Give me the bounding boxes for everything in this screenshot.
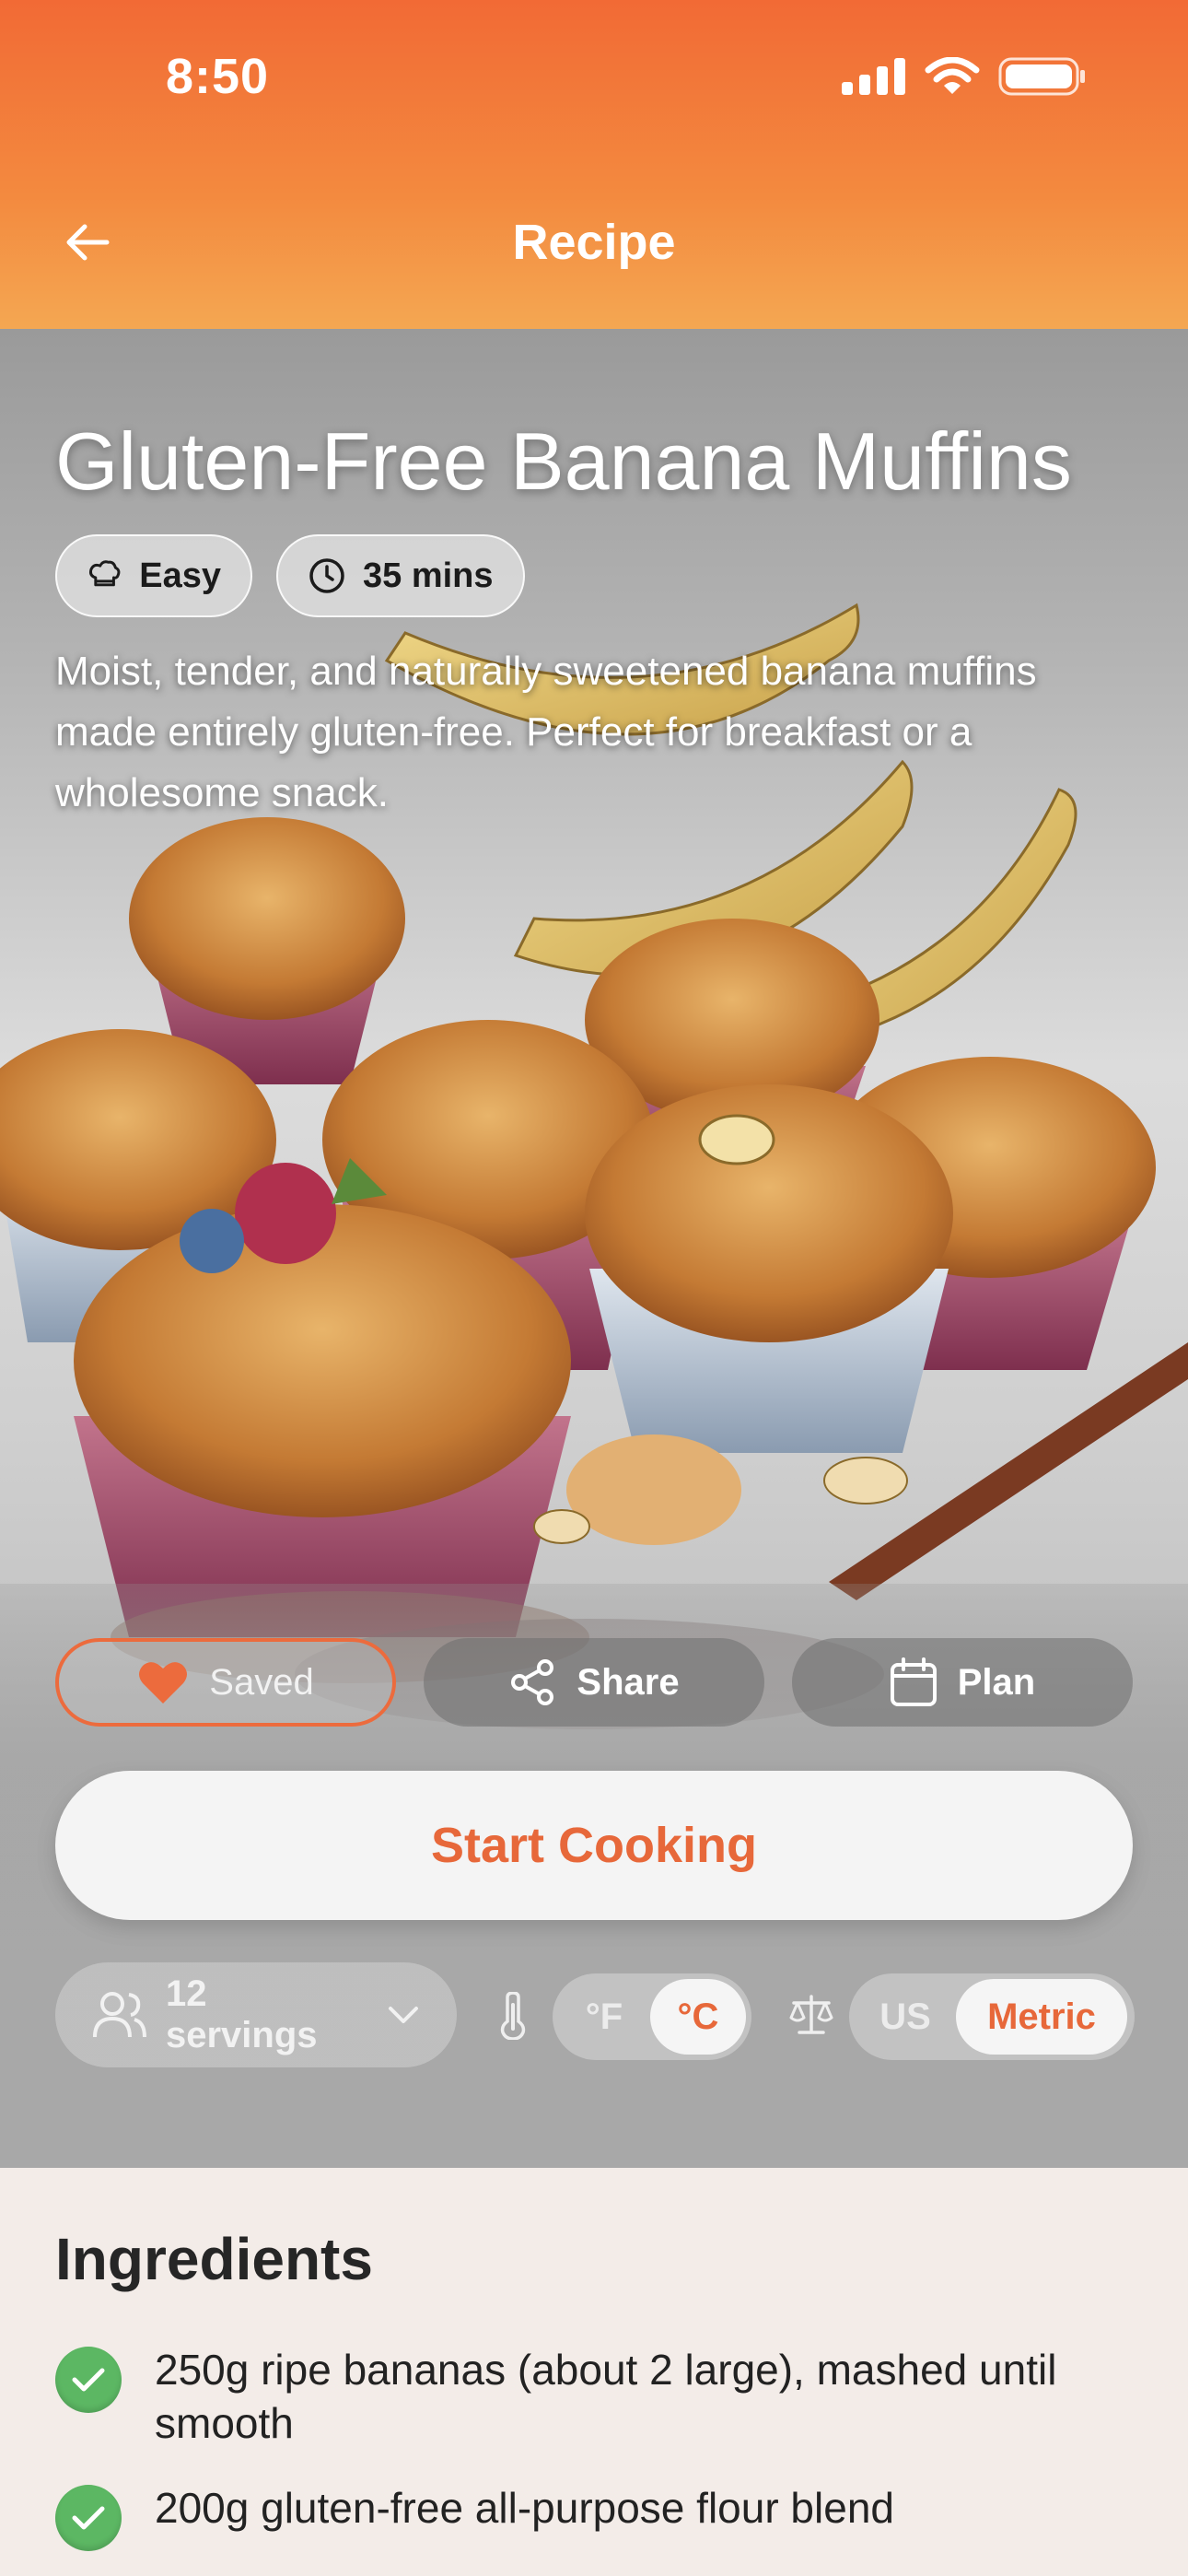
battery-icon xyxy=(998,57,1085,96)
difficulty-chip: Easy xyxy=(55,534,252,617)
recipe-title: Gluten-Free Banana Muffins xyxy=(55,416,1072,507)
fahrenheit-option[interactable]: °F xyxy=(558,1979,650,2055)
share-label: Share xyxy=(577,1661,680,1703)
wifi-icon xyxy=(925,57,980,94)
plan-label: Plan xyxy=(957,1661,1036,1703)
chevron-down-icon xyxy=(389,2007,419,2023)
plan-button[interactable]: Plan xyxy=(792,1638,1133,1727)
start-cooking-button[interactable]: Start Cooking xyxy=(55,1771,1133,1920)
ingredients-section: Ingredients 250g ripe bananas (about 2 l… xyxy=(0,2168,1188,2576)
metric-option[interactable]: Metric xyxy=(956,1979,1127,2055)
servings-label: 12 servings xyxy=(165,1973,318,2055)
checkmark-icon xyxy=(72,2506,105,2530)
ingredient-checkbox[interactable] xyxy=(55,2485,122,2551)
page-title: Recipe xyxy=(512,215,676,270)
top-bar: 8:50 Recipe xyxy=(0,0,1188,329)
status-time: 8:50 xyxy=(166,49,270,104)
ingredient-checkbox[interactable] xyxy=(55,2347,122,2413)
heart-icon xyxy=(139,1662,188,1704)
ingredient-text: 250g ripe bananas (about 2 large), mashe… xyxy=(155,2346,1057,2447)
calendar-icon xyxy=(890,1657,937,1706)
signal-icon xyxy=(842,58,905,95)
saved-button[interactable]: Saved xyxy=(55,1638,396,1727)
saved-label: Saved xyxy=(209,1661,314,1703)
us-option[interactable]: US xyxy=(855,1979,956,2055)
scale-icon xyxy=(789,1995,833,2034)
difficulty-label: Easy xyxy=(139,556,221,595)
temperature-toggle: °F °C xyxy=(553,1973,751,2060)
celsius-option[interactable]: °C xyxy=(650,1979,746,2055)
share-button[interactable]: Share xyxy=(424,1638,764,1727)
ingredients-heading: Ingredients xyxy=(55,2226,373,2292)
time-label: 35 mins xyxy=(363,556,494,595)
servings-dropdown[interactable]: 12 servings xyxy=(55,1962,457,2067)
checkmark-icon xyxy=(72,2368,105,2392)
recipe-description: Moist, tender, and naturally sweetened b… xyxy=(55,649,1037,815)
ingredient-text: 200g gluten-free all-purpose flour blend xyxy=(155,2484,894,2532)
unit-toggle: US Metric xyxy=(849,1973,1135,2060)
chef-hat-icon xyxy=(89,560,121,587)
share-icon xyxy=(511,1659,554,1705)
thermometer-icon xyxy=(500,1992,526,2040)
status-icons xyxy=(842,57,1087,96)
people-icon xyxy=(92,1992,146,2038)
time-chip: 35 mins xyxy=(276,534,525,617)
clock-icon xyxy=(309,558,344,593)
